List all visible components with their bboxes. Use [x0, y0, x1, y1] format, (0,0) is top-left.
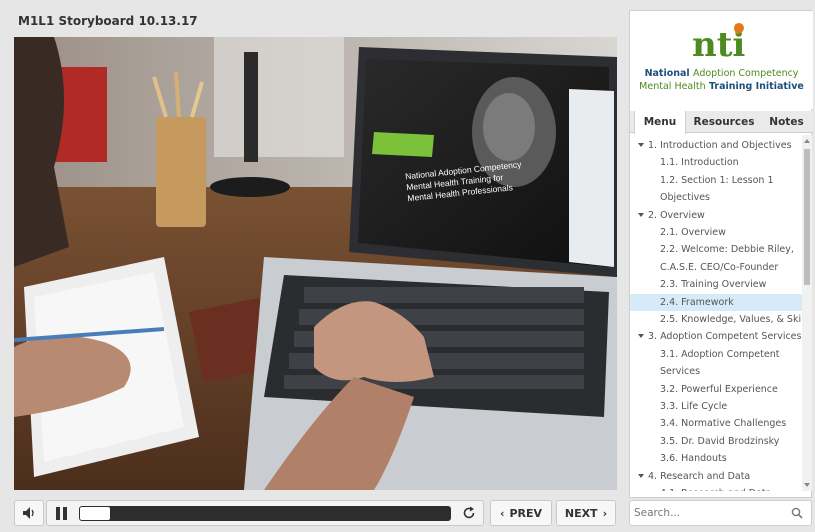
menu-item[interactable]: 2.2. Welcome: Debbie Riley, — [630, 241, 802, 258]
menu-item[interactable]: 2.1. Overview — [630, 224, 802, 241]
menu-item-label: 4.1. Research and Data — [660, 488, 771, 491]
menu-item[interactable]: 1.2. Section 1: Lesson 1 — [630, 172, 802, 189]
menu-scrollbar[interactable] — [802, 135, 812, 491]
menu-item[interactable]: 4.1. Research and Data — [630, 485, 802, 491]
menu-section[interactable]: 3. Adoption Competent Services — [630, 328, 802, 345]
menu-section[interactable]: 2. Overview — [630, 207, 802, 224]
search-input[interactable] — [634, 504, 784, 522]
scroll-thumb[interactable] — [804, 149, 810, 285]
menu-item[interactable]: 3.1. Adoption Competent — [630, 346, 802, 363]
search-icon[interactable] — [791, 507, 803, 519]
seek-bar[interactable] — [79, 506, 451, 521]
menu-item: C.A.S.E. CEO/Co-Founder — [630, 259, 802, 276]
menu-item[interactable]: 3.4. Normative Challenges — [630, 415, 802, 432]
menu-item-label: 2.1. Overview — [660, 227, 726, 238]
replay-icon[interactable] — [461, 505, 477, 521]
menu-item[interactable]: 2.5. Knowledge, Values, & Skills — [630, 311, 802, 328]
logo-line-1: National Adoption Competency — [630, 68, 813, 79]
search-box — [629, 500, 812, 526]
pause-icon[interactable] — [55, 507, 69, 520]
menu-item-label: Objectives — [660, 192, 710, 204]
caret-down-icon[interactable] — [638, 473, 644, 478]
nti-logo: nti National Adoption Competency Mental … — [630, 11, 813, 109]
course-title: M1L1 Storyboard 10.13.17 — [18, 14, 198, 28]
caret-down-icon[interactable] — [638, 334, 644, 339]
next-label: NEXT — [564, 506, 598, 520]
menu-item-label: 2.3. Training Overview — [660, 279, 767, 291]
menu-item[interactable]: 2.4. Framework — [630, 293, 802, 311]
chevron-left-icon: ‹ — [499, 506, 505, 520]
seek-bar-progress — [80, 507, 110, 520]
menu-item-label: 2. Overview — [648, 209, 705, 221]
slide-image: National Adoption Competency Mental Heal… — [14, 37, 617, 490]
menu-item-label: 3.4. Normative Challenges — [660, 418, 787, 430]
volume-button[interactable] — [14, 500, 44, 526]
menu-list: 1. Introduction and Objectives 1.1. Intro… — [630, 135, 802, 491]
caret-down-icon[interactable] — [638, 212, 644, 217]
tab-menu[interactable]: Menu — [634, 111, 686, 134]
menu-item[interactable]: 3.3. Life Cycle — [630, 398, 802, 415]
menu-item-label: 1.2. Section 1: Lesson 1 — [660, 174, 774, 186]
menu-section[interactable]: 4. Research and Data — [630, 468, 802, 485]
menu-item-label: 2.5. Knowledge, Values, & Skills — [660, 314, 802, 325]
menu-item[interactable]: 2.3. Training Overview — [630, 276, 802, 293]
tab-resources[interactable]: Resources — [692, 111, 756, 133]
menu-item-label: 4. Research and Data — [648, 470, 751, 482]
menu-item-label: 3.5. Dr. David Brodzinsky — [660, 435, 780, 447]
menu-item-label: 3.1. Adoption Competent — [660, 348, 780, 360]
playback-bar — [46, 500, 484, 526]
menu-item-label: C.A.S.E. CEO/Co-Founder — [660, 261, 779, 273]
menu-section[interactable]: 1. Introduction and Objectives — [630, 137, 802, 154]
menu-item: Objectives — [630, 189, 802, 206]
caret-down-icon[interactable] — [638, 143, 644, 147]
logo-line-1-rest: Adoption Competency — [693, 68, 799, 79]
menu-item[interactable]: 3.2. Powerful Experience — [630, 381, 802, 398]
chevron-right-icon: › — [602, 506, 608, 520]
scroll-up-icon[interactable] — [804, 139, 810, 143]
tab-notes[interactable]: Notes — [764, 111, 809, 133]
logo-line-2-bold: Training Initiative — [708, 81, 804, 92]
logo-line-2: Mental Health Training Initiative — [630, 81, 813, 92]
sidebar: nti National Adoption Competency Mental … — [629, 10, 813, 498]
menu-item-label: 3.2. Powerful Experience — [660, 383, 778, 395]
prev-label: PREV — [509, 506, 543, 520]
scroll-down-icon[interactable] — [804, 483, 810, 487]
menu-item: Services — [630, 363, 802, 380]
prev-button[interactable]: ‹ PREV — [490, 500, 552, 526]
next-button[interactable]: NEXT › — [556, 500, 616, 526]
menu-item[interactable]: 3.6. Handouts — [630, 450, 802, 467]
speaker-icon — [23, 507, 34, 519]
menu-item[interactable]: 3.5. Dr. David Brodzinsky — [630, 433, 802, 450]
menu-item-label: 3.6. Handouts — [660, 453, 727, 465]
menu-item-label: 1.1. Introduction — [660, 157, 739, 169]
menu-item-label: Services — [660, 366, 701, 378]
menu-item[interactable]: 1.1. Introduction — [630, 154, 802, 171]
player-window: M1L1 Storyboard 10.13.17 National Adopti… — [0, 0, 815, 532]
menu-item-label: 2.2. Welcome: Debbie Riley, — [660, 244, 794, 256]
menu-item-label: 1. Introduction and Objectives — [648, 140, 792, 151]
menu-item-label: 2.4. Framework — [660, 296, 734, 308]
sidebar-tabs: Menu Resources Notes — [630, 111, 813, 134]
logo-line-2-rest: Mental Health — [639, 81, 706, 92]
logo-line-1-bold: National — [644, 68, 690, 79]
menu-item-label: 3. Adoption Competent Services — [648, 331, 802, 343]
menu-item-label: 3.3. Life Cycle — [660, 401, 728, 412]
